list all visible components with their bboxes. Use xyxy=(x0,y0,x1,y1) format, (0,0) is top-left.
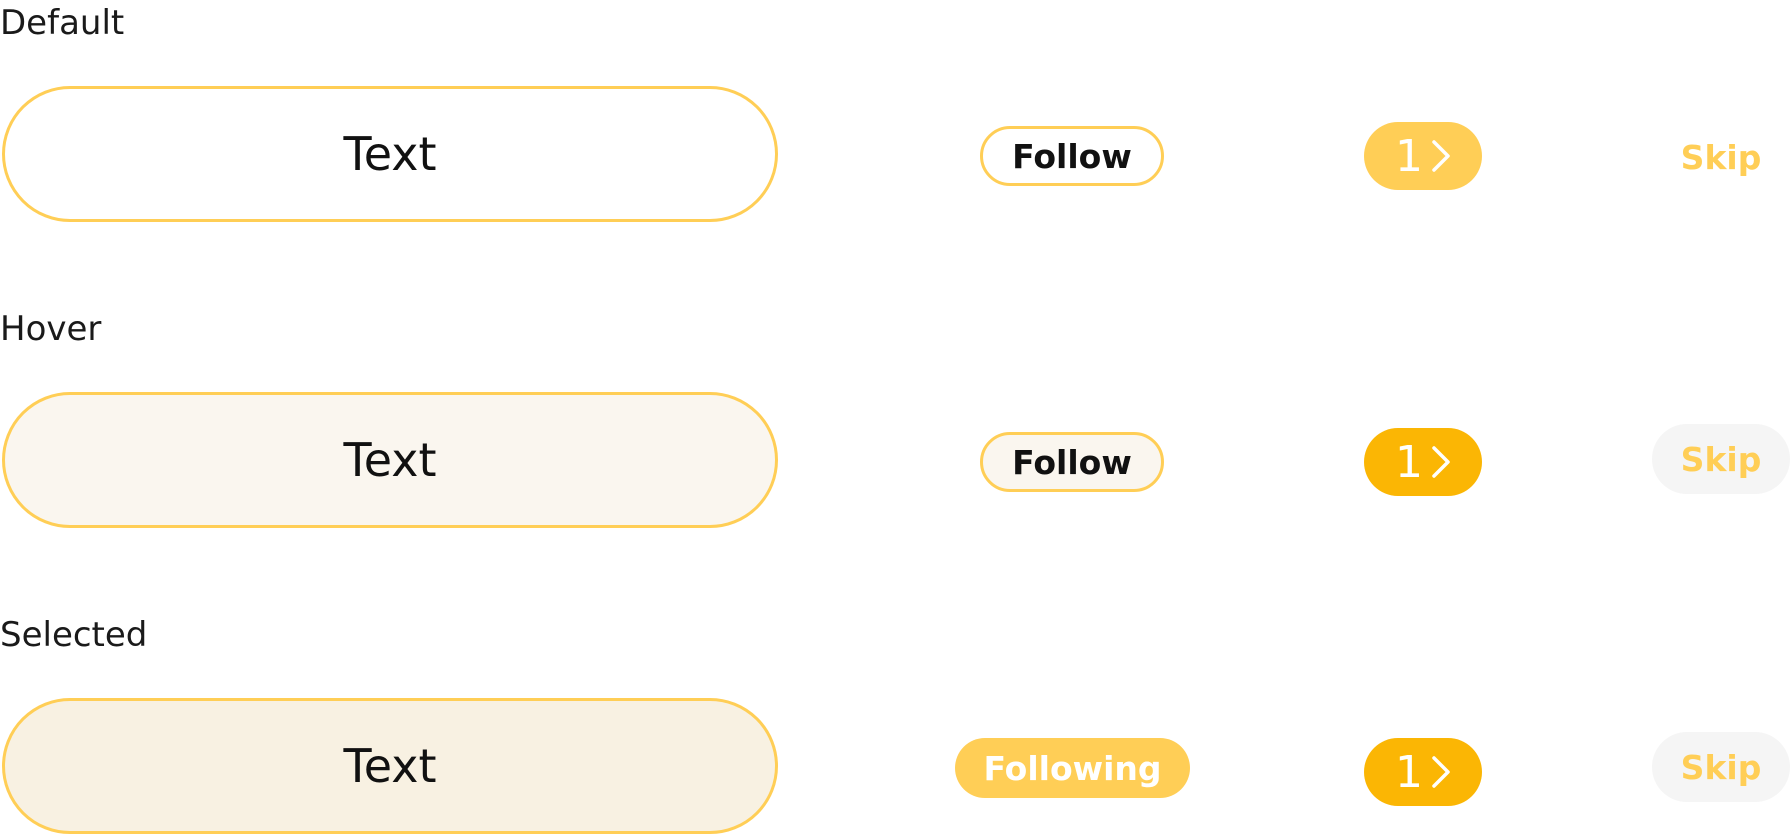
skip-button-label: Skip xyxy=(1680,747,1762,787)
skip-button-default[interactable]: Skip xyxy=(1652,122,1790,192)
text-button-label: Text xyxy=(343,433,437,487)
chevron-right-icon xyxy=(1432,446,1450,478)
state-label-default: Default xyxy=(0,3,125,43)
skip-button-hover[interactable]: Skip xyxy=(1652,424,1790,494)
chevron-right-icon xyxy=(1432,756,1450,788)
skip-button-selected[interactable]: Skip xyxy=(1652,732,1790,802)
count-value: 1 xyxy=(1395,436,1423,488)
count-button-default[interactable]: 1 xyxy=(1364,122,1482,190)
skip-button-label: Skip xyxy=(1680,439,1762,479)
count-value: 1 xyxy=(1395,130,1423,182)
text-button-selected[interactable]: Text xyxy=(2,698,778,834)
follow-button-default[interactable]: Follow xyxy=(980,126,1164,186)
state-label-selected: Selected xyxy=(0,615,148,655)
state-label-hover: Hover xyxy=(0,309,102,349)
follow-button-hover[interactable]: Follow xyxy=(980,432,1164,492)
skip-button-label: Skip xyxy=(1680,137,1762,177)
text-button-hover[interactable]: Text xyxy=(2,392,778,528)
follow-button-label: Follow xyxy=(1012,136,1132,176)
count-value: 1 xyxy=(1395,746,1423,798)
count-button-selected[interactable]: 1 xyxy=(1364,738,1482,806)
following-button-label: Following xyxy=(983,748,1162,788)
count-button-hover[interactable]: 1 xyxy=(1364,428,1482,496)
chevron-right-icon xyxy=(1432,140,1450,172)
text-button-default[interactable]: Text xyxy=(2,86,778,222)
following-button-selected[interactable]: Following xyxy=(955,738,1190,798)
follow-button-label: Follow xyxy=(1012,442,1132,482)
text-button-label: Text xyxy=(343,127,437,181)
text-button-label: Text xyxy=(343,739,437,793)
